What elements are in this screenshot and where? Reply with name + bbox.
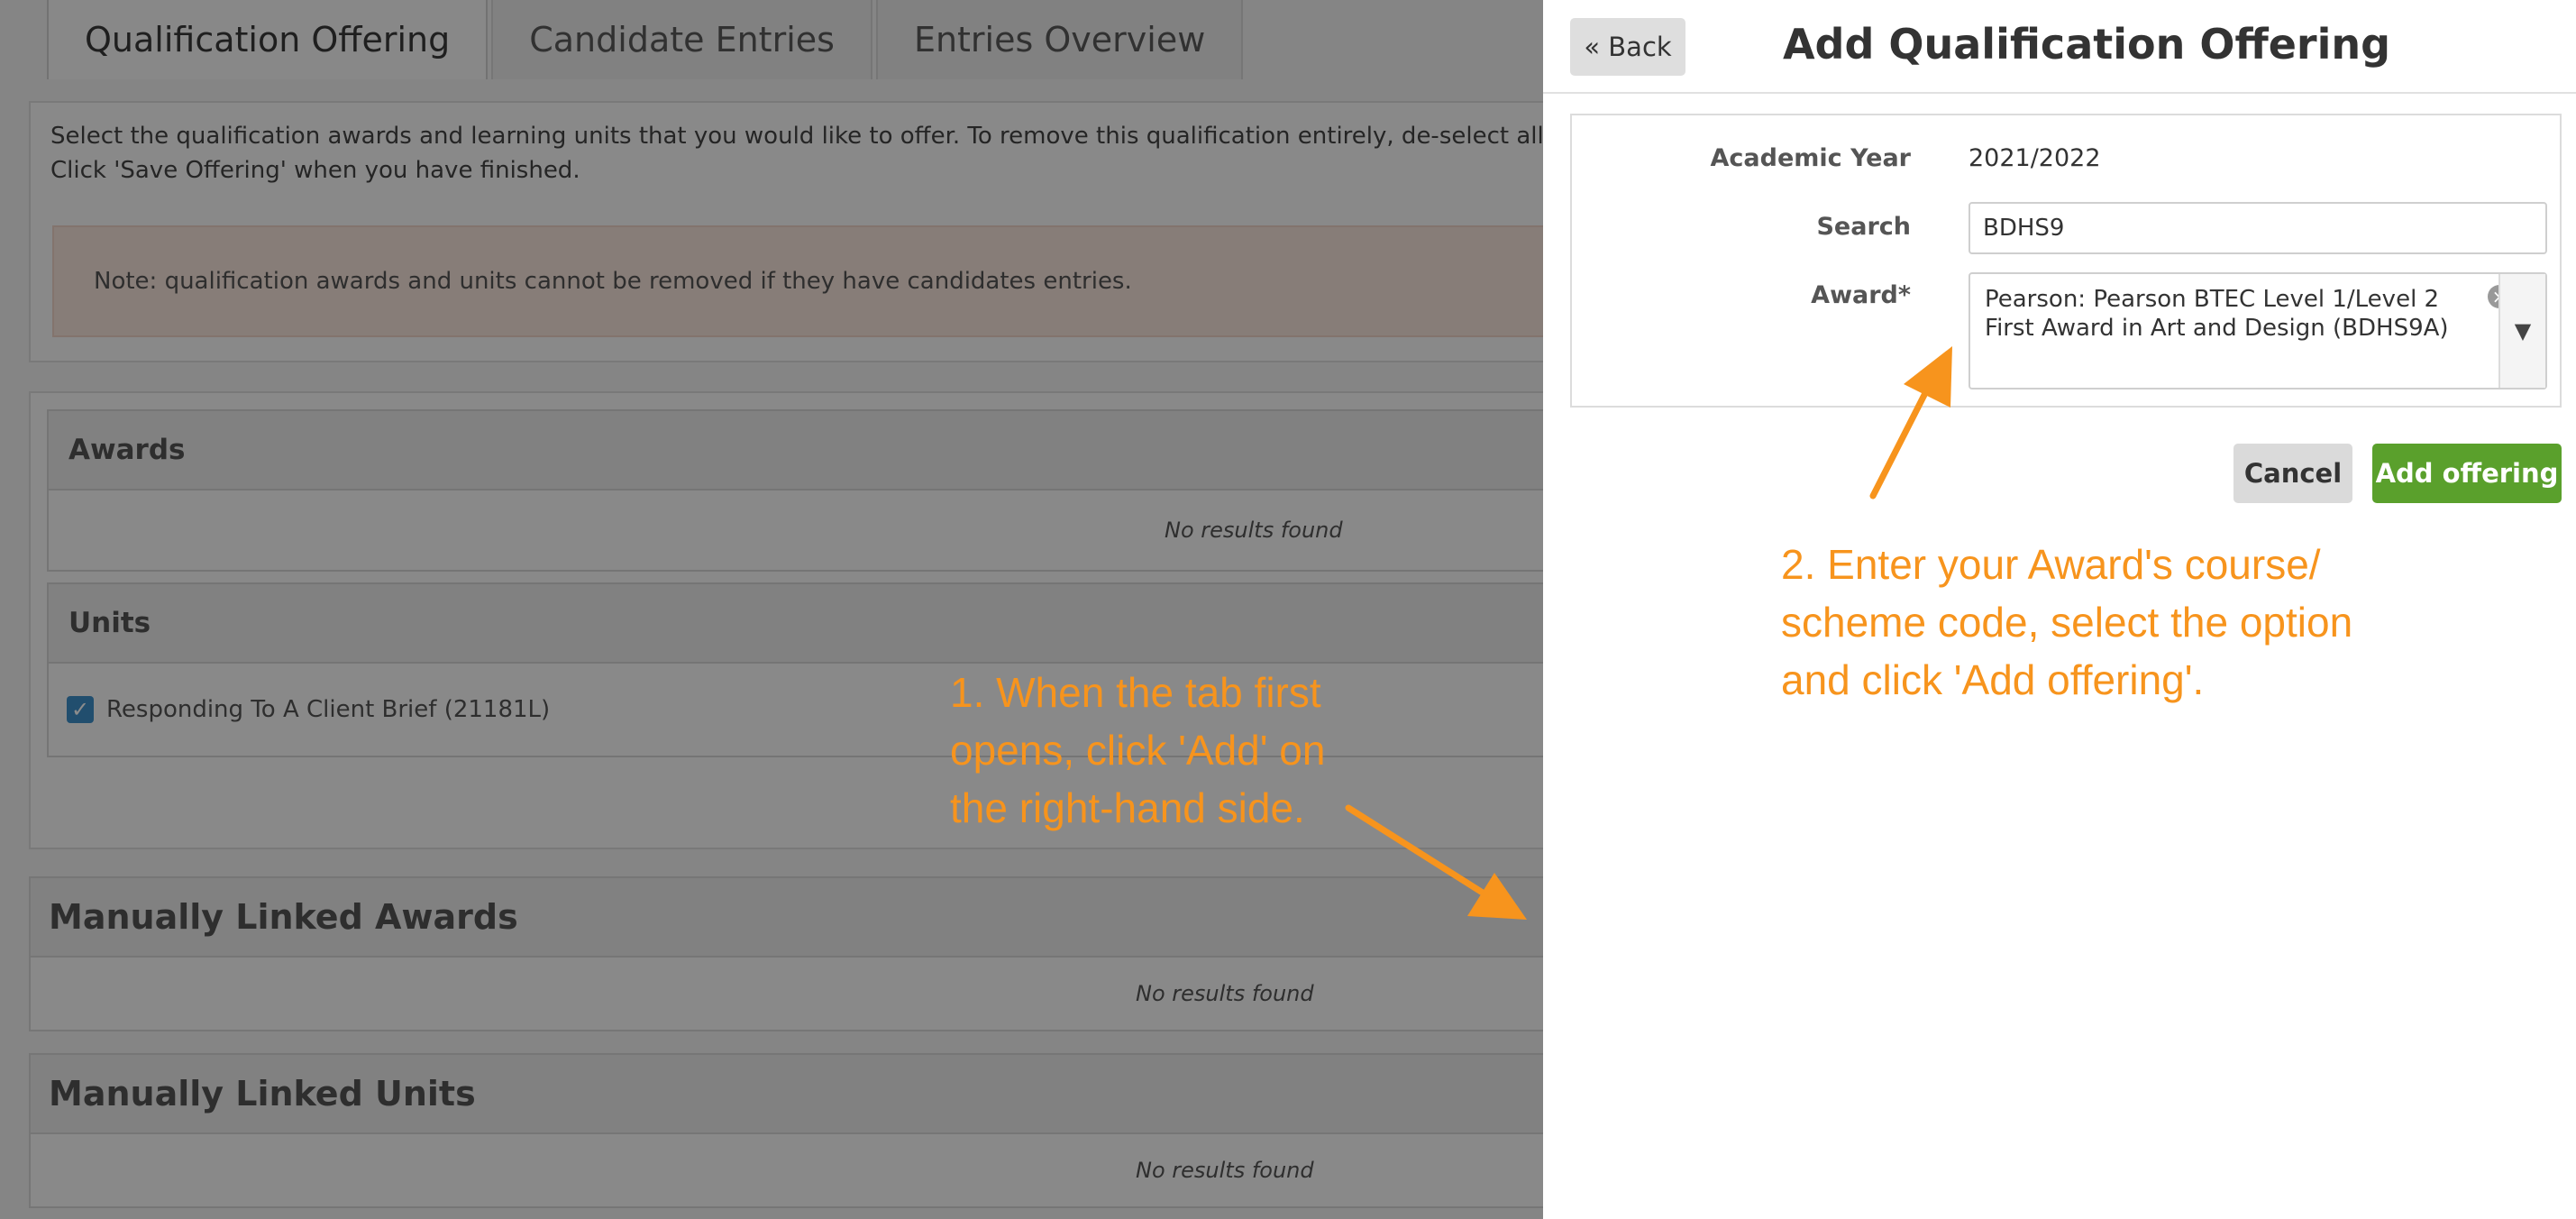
arrow-step-2 [1869,346,1952,500]
arrow-step-1 [1345,804,1527,920]
annotation-arrows [1345,346,1952,920]
